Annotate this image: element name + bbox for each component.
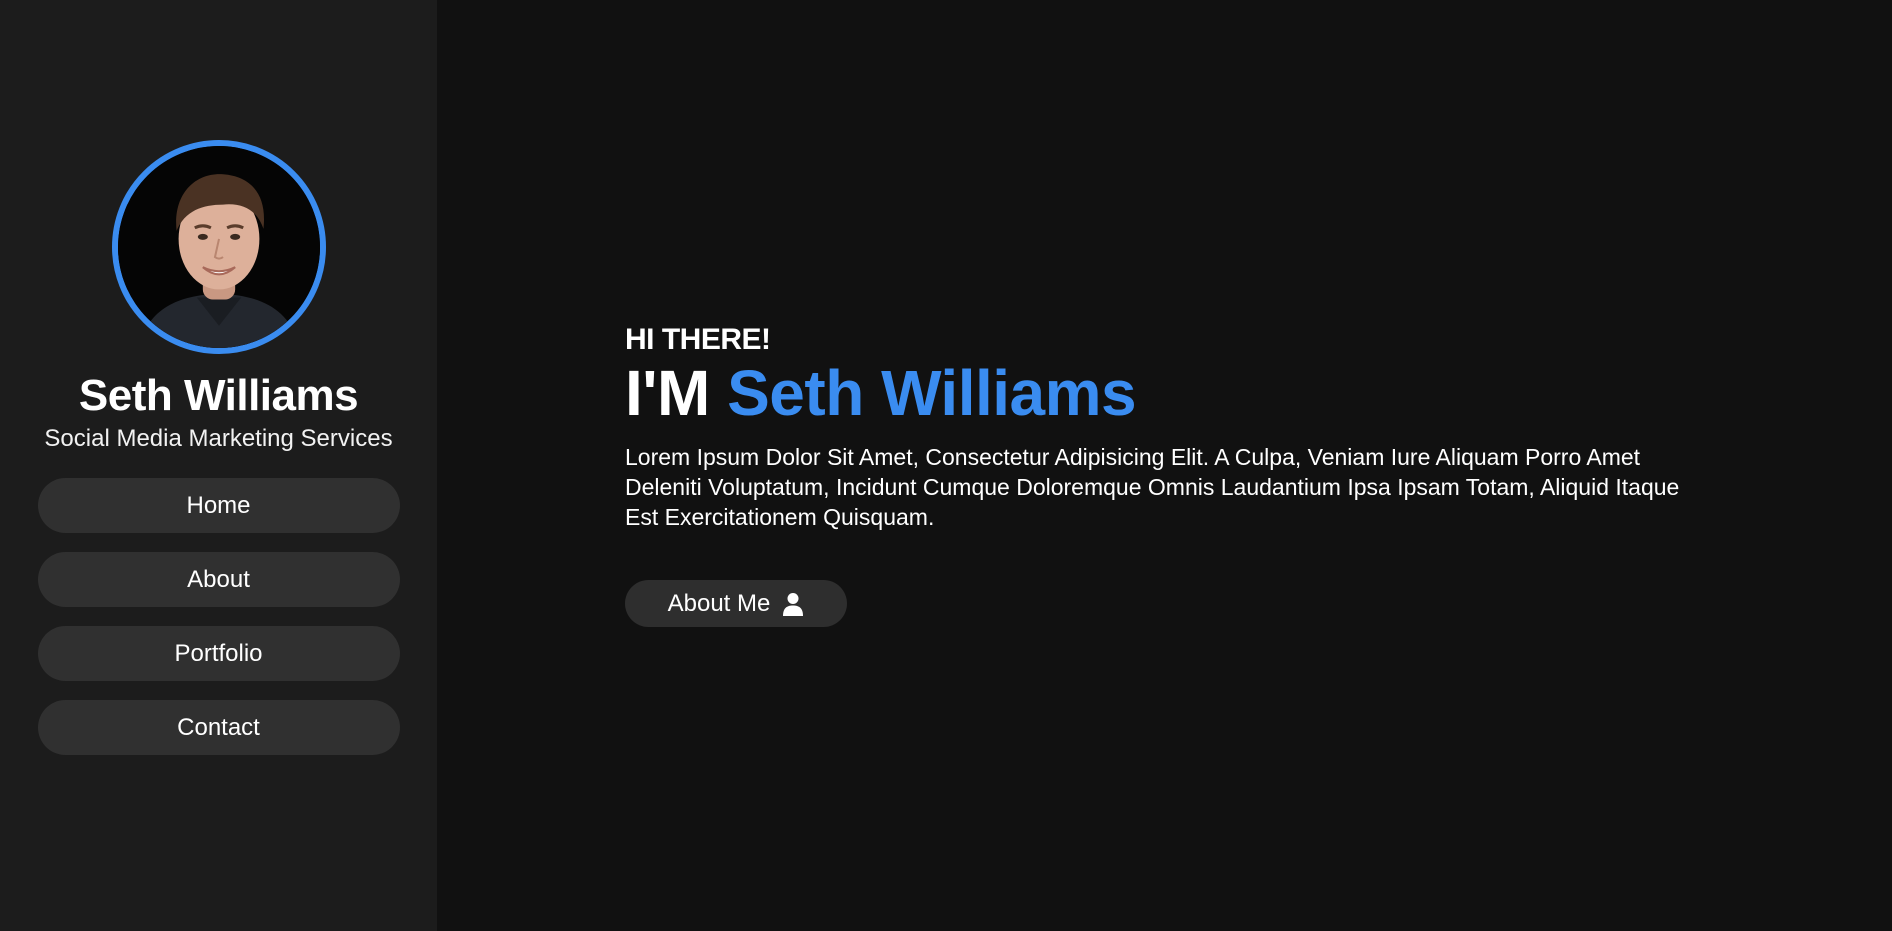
sidebar: Seth Williams Social Media Marketing Ser… bbox=[0, 0, 437, 931]
hero-greeting: HI THERE! bbox=[625, 323, 771, 356]
profile-name: Seth Williams bbox=[78, 371, 359, 420]
nav-item-home[interactable]: Home bbox=[37, 478, 400, 533]
main-content: HI THERE! I'M Seth Williams Lorem Ipsum … bbox=[437, 0, 1892, 931]
nav-item-about[interactable]: About bbox=[37, 552, 400, 607]
about-me-button[interactable]: About Me bbox=[625, 580, 847, 627]
hero-headline: I'M Seth Williams bbox=[625, 358, 1725, 428]
nav-item-portfolio[interactable]: Portfolio bbox=[37, 626, 400, 681]
headline-name: Seth Williams bbox=[727, 357, 1137, 429]
hero-intro-text: Lorem Ipsum Dolor Sit Amet, Consectetur … bbox=[625, 444, 1680, 530]
page: Seth Williams Social Media Marketing Ser… bbox=[0, 0, 1892, 931]
nav-item-contact[interactable]: Contact bbox=[37, 700, 400, 755]
about-me-button-label: About Me bbox=[667, 589, 771, 617]
profile-subtitle: Social Media Marketing Services bbox=[44, 425, 393, 452]
avatar bbox=[111, 140, 326, 354]
main-nav: Home About Portfolio Contact bbox=[37, 478, 400, 755]
user-icon bbox=[782, 592, 804, 616]
hero-section: HI THERE! I'M Seth Williams Lorem Ipsum … bbox=[625, 322, 1725, 627]
headline-prefix: I'M bbox=[625, 357, 710, 429]
portrait-photo bbox=[117, 146, 320, 348]
